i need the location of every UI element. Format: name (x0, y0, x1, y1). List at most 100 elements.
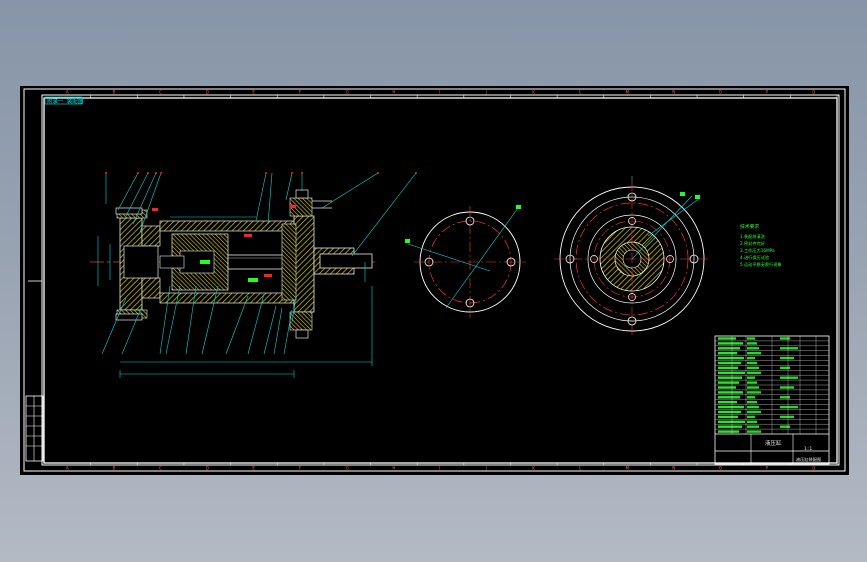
zone-letter: C (159, 466, 162, 471)
zone-letter: E (252, 466, 255, 471)
parts-row-text (718, 386, 736, 389)
zone-letter: B (112, 466, 115, 471)
parts-row-text (747, 366, 759, 370)
zone-letter: M (626, 466, 630, 471)
parts-row-text (747, 396, 755, 399)
parts-row-text (718, 425, 742, 428)
tech-req-line: 1.装配前清洗 (740, 233, 766, 240)
parts-row-text (747, 352, 761, 355)
parts-row-text (718, 410, 741, 414)
title-sheet: 液压缸装配图 (796, 456, 821, 463)
cylinder-section-view[interactable] (90, 189, 375, 339)
parts-row-text (718, 381, 739, 384)
parts-row-text (718, 347, 740, 350)
parts-row-text (747, 420, 757, 423)
parts-row-text (718, 430, 739, 433)
parts-row-text (718, 401, 737, 404)
zone-letter: E (252, 90, 255, 95)
zone-letter: C (159, 90, 162, 95)
zone-letter: F (299, 90, 302, 95)
parts-row-text (747, 337, 755, 340)
parts-row-text (718, 352, 737, 355)
zone-letter: P (766, 90, 769, 95)
parts-row-text (780, 425, 790, 428)
parts-row-text (747, 401, 757, 404)
parts-row-text (718, 361, 741, 365)
revision-table (25, 280, 44, 462)
parts-row-text (747, 371, 761, 374)
parts-row-text (718, 371, 745, 374)
parts-row-text (747, 386, 759, 389)
parts-row-text (780, 366, 790, 370)
zone-letter: J (485, 466, 487, 471)
zone-letter: J (485, 90, 487, 95)
parts-row-text (718, 420, 745, 423)
corner-tag: 附录一 装配图 (44, 96, 84, 105)
flange-end-view[interactable] (405, 205, 526, 318)
tech-req-line: 2.密封件完好 (740, 240, 765, 247)
zone-letter: Q (812, 90, 815, 95)
zone-letter: M (626, 90, 630, 95)
parts-row-text (747, 430, 761, 433)
zone-letter: I (439, 466, 440, 471)
parts-row-text (747, 415, 755, 419)
zone-letter: N (672, 466, 675, 471)
zone-letter: K (532, 466, 535, 471)
tech-req-title: 技术要求 (740, 223, 759, 230)
zone-letter: D (206, 466, 209, 471)
parts-row-text (718, 337, 736, 340)
zone-letter: D (206, 90, 209, 95)
parts-row-text (718, 396, 740, 399)
zone-letter: G (346, 90, 349, 95)
corner-tag-label: 附录一 装配图 (47, 97, 84, 105)
zone-letter: I (439, 90, 440, 95)
parts-row-text (780, 396, 790, 399)
zone-letter: H (392, 90, 395, 95)
tech-req-line: 4.进行保压试验 (740, 254, 770, 261)
parts-row-text (780, 415, 794, 419)
cad-viewport[interactable]: 附录一 装配图 A B C D E F G H I J K L M N O P Q A B C D E F G H I J K L M N… (20, 86, 849, 475)
parts-row-text (780, 337, 790, 340)
parts-row-text (780, 405, 798, 409)
zone-letter: L (579, 90, 582, 95)
parts-row-text (718, 366, 738, 370)
zone-letter: P (766, 466, 769, 471)
parts-row-text (718, 356, 744, 360)
zone-letter: K (532, 90, 535, 95)
parts-row-text (747, 361, 757, 365)
zone-markers-top: A B C D E F G H I J K L M N O P Q (66, 90, 838, 98)
parts-row-text (780, 376, 798, 379)
zone-letter: B (112, 90, 115, 95)
zone-letter: O (719, 466, 722, 471)
zone-letter: A (66, 90, 69, 95)
title-scale: 1:1 (804, 446, 812, 452)
parts-row-text (718, 342, 743, 345)
tech-requirements: 技术要求 1.装配前清洗2.密封件完好3.工作压力16MPa4.进行保压试验5.… (740, 223, 782, 268)
parts-row-text (718, 415, 738, 419)
parts-row-text (747, 405, 759, 409)
parts-row-text (747, 342, 757, 345)
leader-tips (105, 172, 417, 174)
zone-letter: A (66, 466, 69, 471)
parts-row-text (718, 376, 742, 379)
parts-row-text (747, 410, 761, 414)
gland-end-view[interactable] (554, 176, 710, 337)
parts-row-text (747, 381, 757, 384)
zone-letter: G (346, 466, 349, 471)
parts-row-text (718, 405, 744, 409)
tech-req-line: 5.运动平稳无爬行现象 (740, 261, 782, 268)
parts-row-text (747, 391, 761, 394)
zone-letter: Q (812, 466, 815, 471)
parts-row-text (780, 386, 794, 389)
title-block[interactable]: 液压缸 1:1 液压缸装配图 (714, 335, 830, 465)
zone-letter: H (392, 466, 395, 471)
title-drawing-name: 液压缸 (765, 439, 782, 447)
parts-row-text (780, 347, 798, 350)
parts-row-text (780, 356, 794, 360)
zone-letter: O (719, 90, 722, 95)
parts-row-text (747, 347, 759, 350)
tech-req-line: 3.工作压力16MPa (740, 247, 775, 254)
zone-letter: L (579, 466, 582, 471)
parts-row-text (747, 376, 755, 379)
parts-row-text (718, 391, 743, 394)
